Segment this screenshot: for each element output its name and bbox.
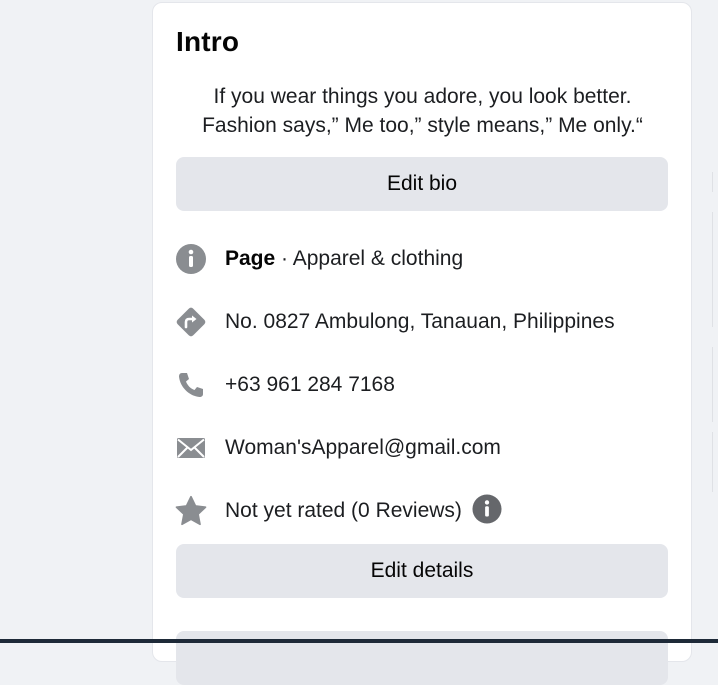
email-text: Woman'sApparel@gmail.com	[225, 436, 501, 459]
detail-row-category: Page · Apparel & clothing	[173, 239, 673, 279]
adjacent-card-edge	[712, 212, 718, 327]
adjacent-card-edge	[712, 172, 718, 192]
bio-text: If you wear things you adore, you look b…	[176, 82, 669, 140]
category-text: Page · Apparel & clothing	[225, 247, 463, 271]
phone-text: +63 961 284 7168	[225, 373, 395, 396]
envelope-icon	[173, 430, 209, 466]
page-type-label: Page	[225, 247, 276, 270]
intro-title: Intro	[176, 26, 240, 57]
edit-bio-button[interactable]: Edit bio	[176, 157, 668, 211]
address-text: No. 0827 Ambulong, Tanauan, Philippines	[225, 310, 615, 333]
page-category: · Apparel & clothing	[275, 247, 464, 270]
rating-info-icon[interactable]	[472, 494, 502, 524]
info-icon	[173, 241, 209, 277]
bottom-bar	[0, 639, 718, 643]
bio-line-1: If you wear things you adore, you look b…	[213, 85, 632, 108]
bio-line-2: Fashion says,” Me too,” style means,” Me…	[202, 114, 643, 137]
detail-row-address: No. 0827 Ambulong, Tanauan, Philippines	[173, 302, 673, 342]
detail-row-rating: Not yet rated (0 Reviews)	[173, 491, 673, 531]
star-icon	[173, 493, 209, 529]
adjacent-card-edge	[712, 432, 718, 492]
edit-details-button[interactable]: Edit details	[176, 544, 668, 598]
directions-icon	[173, 304, 209, 340]
rating-text: Not yet rated (0 Reviews)	[225, 499, 462, 522]
detail-row-email: Woman'sApparel@gmail.com	[173, 428, 673, 468]
adjacent-card-edge	[712, 347, 718, 422]
intro-card: Intro If you wear things you adore, you …	[152, 2, 692, 685]
detail-row-phone: +63 961 284 7168	[173, 365, 673, 405]
phone-icon	[173, 367, 209, 403]
